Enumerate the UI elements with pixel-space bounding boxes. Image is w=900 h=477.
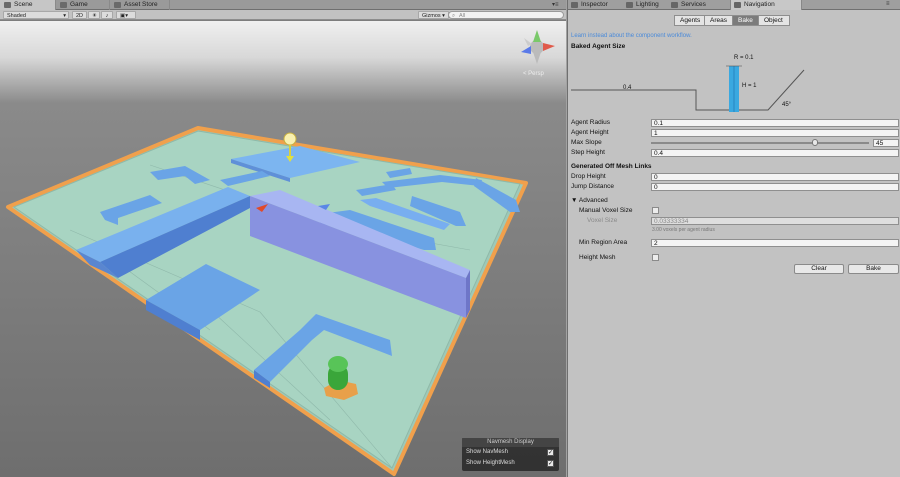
mode-2d-button[interactable]: 2D (72, 11, 88, 19)
max-slope-label: Max Slope (571, 139, 602, 146)
scene-icon (4, 2, 11, 8)
tab-scene-label: Scene (14, 1, 33, 8)
sun-icon[interactable]: ☀ (88, 11, 100, 19)
light-icon[interactable] (283, 132, 297, 146)
agent-head (328, 356, 348, 372)
baked-agent-size-heading: Baked Agent Size (571, 43, 626, 50)
manual-voxel-label: Manual Voxel Size (579, 207, 633, 214)
tab-scene[interactable]: Scene (0, 0, 56, 10)
shading-label: Shaded (7, 13, 26, 19)
clear-button[interactable]: Clear (794, 264, 844, 274)
persp-label[interactable]: < Persp (523, 71, 544, 77)
show-navmesh-label: Show NavMesh (466, 449, 509, 455)
tab-game-label: Game (70, 1, 88, 8)
tab-services-label: Services (681, 1, 706, 8)
cloud-icon (671, 2, 678, 8)
inspector-panel: Inspector Lighting Services Navigation ≡… (567, 0, 900, 477)
section-areas[interactable]: Areas (704, 15, 733, 26)
tab-services[interactable]: Services (668, 0, 728, 10)
inspector-tab-bar: Inspector Lighting Services Navigation ≡ (568, 0, 900, 10)
workflow-link[interactable]: Learn instead about the component workfl… (571, 33, 692, 39)
search-icon: ⌕ (452, 13, 456, 19)
navmesh-display-title: Navmesh Display (462, 438, 559, 447)
agent-radius-field[interactable]: 0.1 (651, 119, 899, 127)
min-region-label: Min Region Area (579, 239, 628, 246)
tab-inspector[interactable]: Inspector (568, 0, 630, 10)
scene-render (0, 21, 566, 477)
image-icon[interactable]: ▣▾ (116, 11, 136, 19)
scene-search-input[interactable]: ⌕ All (448, 11, 564, 19)
bake-button[interactable]: Bake (848, 264, 899, 274)
tall-wall-side (466, 270, 470, 318)
tab-lighting-label: Lighting (636, 1, 659, 8)
max-slope-field[interactable]: 45 (873, 139, 899, 147)
section-agents[interactable]: Agents (674, 15, 705, 26)
panel-menu-icon[interactable]: ≡ (886, 1, 890, 7)
jump-distance-field[interactable]: 0 (651, 183, 899, 191)
section-bake[interactable]: Bake (732, 15, 759, 26)
game-icon (60, 2, 67, 8)
scene-toolbar: Shaded ▾ 2D ☀ ♪ ▣▾ Gizmos ▾ ⌕ All (0, 10, 566, 20)
agent-height-label: Agent Height (571, 129, 609, 136)
speaker-icon[interactable]: ♪ (101, 11, 113, 19)
advanced-label: Advanced (578, 197, 608, 204)
inspector-icon (571, 2, 578, 8)
height-mesh-label: Height Mesh (579, 254, 616, 261)
min-region-field[interactable]: 2 (651, 239, 899, 247)
gizmos-label: Gizmos (422, 13, 441, 19)
max-slope-slider[interactable] (651, 142, 869, 144)
manual-voxel-checkbox[interactable] (652, 207, 659, 214)
scene-viewport[interactable]: < Persp (0, 21, 566, 477)
navmesh-display-overlay: Navmesh Display Show NavMesh ✓ Show Heigh… (462, 438, 559, 471)
jump-distance-label: Jump Distance (571, 183, 614, 190)
lighting-icon (626, 2, 633, 8)
chevron-down-icon: ▾ (63, 13, 66, 19)
step-height-diagram-label: 0.4 (623, 85, 632, 91)
slope-diagram-label: 45° (782, 102, 792, 108)
panel-menu-icon[interactable]: ▾≡ (552, 1, 559, 8)
height-mesh-checkbox[interactable] (652, 254, 659, 261)
radius-label: R = 0.1 (734, 55, 754, 61)
show-heightmesh-label: Show HeightMesh (466, 460, 515, 466)
agent-height-field[interactable]: 1 (651, 129, 899, 137)
offmesh-heading: Generated Off Mesh Links (571, 163, 652, 170)
tab-asset-store-label: Asset Store (124, 1, 158, 8)
agent-size-diagram (571, 65, 805, 112)
voxel-hint: 3.00 voxels per agent radius (652, 227, 715, 233)
store-icon (114, 2, 121, 8)
tab-navigation[interactable]: Navigation (730, 0, 802, 10)
show-navmesh-row[interactable]: Show NavMesh ✓ (462, 447, 559, 458)
show-heightmesh-checkbox[interactable]: ✓ (547, 460, 554, 467)
height-label: H = 1 (742, 83, 757, 89)
scene-panel: Scene Game Asset Store ▾≡ Shaded ▾ 2D ☀ ♪… (0, 0, 566, 477)
tab-asset-store[interactable]: Asset Store (110, 0, 170, 10)
scene-tab-bar: Scene Game Asset Store ▾≡ (0, 0, 566, 10)
voxel-size-field: 0.03333334 (651, 217, 899, 225)
search-placeholder: All (459, 13, 466, 19)
drop-height-field[interactable]: 0 (651, 173, 899, 181)
agent-radius-label: Agent Radius (571, 119, 611, 126)
show-navmesh-checkbox[interactable]: ✓ (547, 449, 554, 456)
triangle-down-icon: ▼ (571, 197, 579, 204)
max-slope-slider-thumb[interactable] (811, 139, 818, 146)
tab-navigation-label: Navigation (744, 1, 775, 8)
step-height-field[interactable]: 0.4 (651, 149, 899, 157)
drop-height-label: Drop Height (571, 173, 606, 180)
step-height-label: Step Height (571, 149, 605, 156)
shading-dropdown[interactable]: Shaded ▾ (3, 11, 69, 19)
gizmos-dropdown[interactable]: Gizmos ▾ (418, 11, 449, 19)
advanced-foldout[interactable]: ▼ Advanced (571, 197, 608, 204)
voxel-size-label: Voxel Size (587, 217, 618, 224)
tab-game[interactable]: Game (56, 0, 110, 10)
tab-inspector-label: Inspector (581, 1, 608, 8)
navigation-icon (734, 2, 741, 8)
show-heightmesh-row[interactable]: Show HeightMesh ✓ (462, 458, 559, 469)
section-object[interactable]: Object (758, 15, 790, 26)
